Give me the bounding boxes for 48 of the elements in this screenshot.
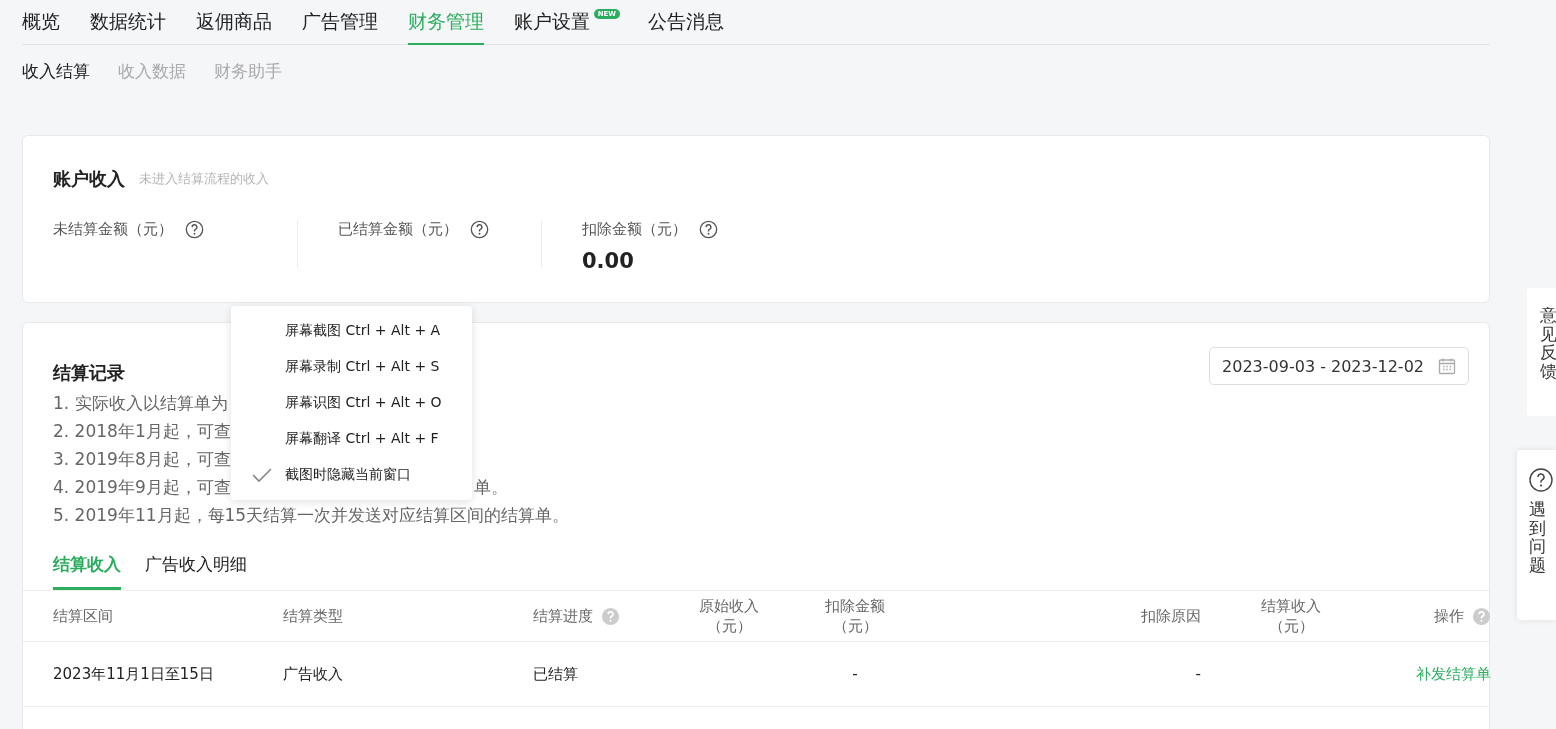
stat-label: 未结算金额（元） — [53, 220, 173, 239]
table-cell: 广告收入 — [283, 664, 343, 684]
menu-item[interactable]: 屏幕识图 Ctrl + Alt + O — [231, 385, 472, 421]
note-text: 1. 实际收入以结算单为 — [53, 392, 228, 415]
note-text: 5. 2019年11月起，每15天结算一次并发送对应结算区间的结算单。 — [53, 504, 570, 527]
menu-item[interactable]: 屏幕截图 Ctrl + Alt + A — [231, 313, 472, 349]
table-cell: 已结算 — [533, 664, 578, 684]
help-icon — [1529, 468, 1553, 492]
note-text: 4. 2019年9月起，可查 — [53, 476, 231, 499]
column-header: 结算收入 （元） — [1261, 596, 1321, 636]
stat-label: 已结算金额（元） — [338, 220, 458, 239]
column-header: 扣除原因 — [1141, 606, 1201, 626]
menu-item[interactable]: 屏幕录制 Ctrl + Alt + S — [231, 349, 472, 385]
feedback-text: 意见反馈 — [1540, 306, 1556, 381]
sub-nav-tab[interactable]: 收入结算 — [22, 59, 90, 83]
column-header: 结算区间 — [53, 606, 113, 626]
calendar-icon — [1438, 357, 1456, 375]
date-range-field[interactable]: 2023-09-03 - 2023-12-02 — [1209, 347, 1469, 385]
table-cell: - — [852, 665, 858, 683]
help-icon[interactable] — [470, 220, 489, 239]
nav-tab[interactable]: 返佣商品 — [196, 0, 272, 45]
menu-item[interactable]: 屏幕翻译 Ctrl + Alt + F — [231, 421, 472, 457]
nav-tab[interactable]: 概览 — [22, 0, 60, 45]
column-header: 原始收入 （元） — [699, 596, 759, 636]
nav-tab[interactable]: 数据统计 — [90, 0, 166, 45]
nav-tab[interactable]: 广告管理 — [302, 0, 378, 45]
note-text: 2. 2018年1月起，可查 — [53, 420, 231, 443]
help-icon[interactable] — [699, 220, 718, 239]
help-panel[interactable]: 遇到问题 — [1517, 450, 1556, 620]
table-cell: - — [1195, 665, 1201, 683]
card-title: 账户收入 — [53, 167, 125, 191]
column-header: 扣除金额 （元） — [825, 596, 885, 636]
tab[interactable]: 广告收入明细 — [145, 541, 247, 590]
table-cell: 2023年11月1日至15日 — [53, 664, 214, 684]
menu-item[interactable]: 截图时隐藏当前窗口 — [231, 457, 472, 493]
feedback-panel[interactable]: 意见反馈 — [1527, 288, 1556, 416]
help-text: 遇到问题 — [1529, 500, 1546, 575]
column-header: 结算类型 — [283, 606, 343, 626]
note-text: 单。 — [474, 476, 508, 499]
nav-tab[interactable]: 公告消息 — [648, 0, 724, 45]
stat-value: 0.00 — [582, 249, 635, 275]
column-header: 结算进度 — [533, 606, 593, 626]
hint-text: 未进入结算流程的收入 — [139, 170, 269, 188]
column-header: 操作 — [1434, 606, 1464, 626]
help-icon[interactable] — [185, 220, 204, 239]
stat-label: 扣除金额（元） — [582, 220, 687, 239]
card-title: 结算记录 — [53, 361, 125, 385]
note-text: 3. 2019年8月起，可查 — [53, 448, 231, 471]
